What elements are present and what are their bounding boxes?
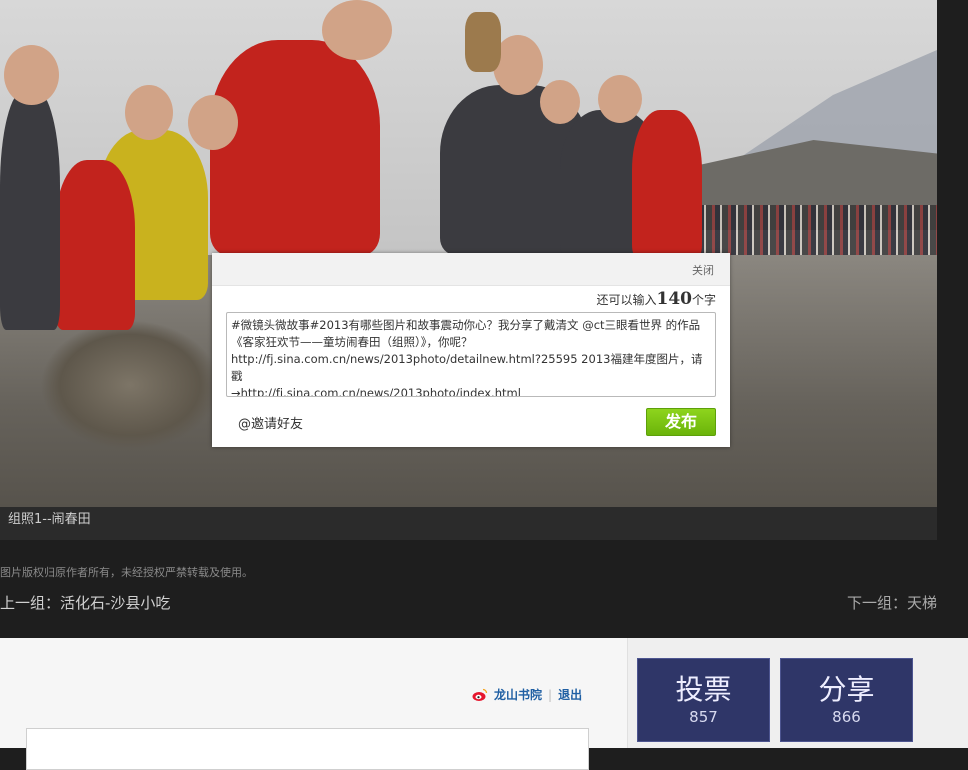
photo-figure-head	[125, 85, 173, 140]
publish-button[interactable]: 发布	[646, 408, 716, 436]
photo-figure-head	[598, 75, 642, 123]
photo-figure-head	[4, 45, 59, 105]
share-text-line: #微镜头微故事#2013有哪些图片和故事震动你心？我分享了戴清文 @ct三眼看世…	[231, 318, 701, 332]
counter-value: 140	[656, 289, 692, 309]
photo-caption-bar: 组照1--闹春田	[0, 507, 937, 540]
comment-input[interactable]	[26, 728, 589, 770]
invite-friends-link[interactable]: @邀请好友	[238, 413, 303, 432]
vote-button[interactable]: 投票 857	[637, 658, 770, 742]
user-info: 龙山书院 | 退出	[472, 686, 582, 703]
char-counter: 还可以输入140个字	[596, 289, 716, 309]
logout-link[interactable]: 退出	[558, 686, 582, 703]
share-text-line: 《客家狂欢节——童坊闹春田（组照）》，你呢？	[231, 335, 473, 349]
vote-count: 857	[689, 708, 718, 726]
separator: |	[548, 687, 553, 702]
share-label: 分享	[818, 673, 875, 706]
photo-figure-head	[540, 80, 580, 124]
share-count: 866	[832, 708, 861, 726]
photo-figure	[55, 160, 135, 330]
copyright-notice: 图片版权归原作者所有，未经授权严禁转载及使用。	[0, 566, 253, 579]
share-text-line: http://fj.sina.com.cn/news/2013photo/det…	[231, 352, 703, 383]
counter-prefix: 还可以输入	[596, 293, 657, 307]
photo-figure	[210, 40, 380, 255]
counter-suffix: 个字	[691, 293, 716, 307]
photo-figure-head	[188, 95, 238, 150]
photo-figure	[632, 110, 702, 260]
vote-label: 投票	[675, 673, 732, 706]
prev-group-link[interactable]: 上一组：活化石-沙县小吃	[0, 592, 170, 613]
share-text-line: →http://fj.sina.com.cn/news/2013photo/in…	[231, 386, 521, 397]
next-group-link[interactable]: 下一组：天梯	[847, 592, 937, 613]
panel-divider	[627, 638, 628, 748]
photo-figure-head	[322, 0, 392, 60]
photo-figure	[0, 90, 60, 330]
weibo-icon	[472, 688, 488, 701]
close-button[interactable]: 关闭	[692, 262, 714, 278]
photo-statue	[465, 12, 501, 72]
photo-mud-splash	[40, 320, 220, 450]
dialog-header: 关闭	[212, 253, 730, 286]
share-button[interactable]: 分享 866	[780, 658, 913, 742]
right-margin	[937, 0, 968, 640]
photo-caption: 组照1--闹春田	[8, 512, 91, 527]
share-text-input[interactable]: #微镜头微故事#2013有哪些图片和故事震动你心？我分享了戴清文 @ct三眼看世…	[226, 312, 716, 397]
user-name-link[interactable]: 龙山书院	[494, 686, 542, 703]
share-dialog: 关闭 还可以输入140个字 #微镜头微故事#2013有哪些图片和故事震动你心？我…	[212, 253, 730, 447]
bottom-panel: 龙山书院 | 退出 投票 857 分享 866	[0, 638, 968, 770]
